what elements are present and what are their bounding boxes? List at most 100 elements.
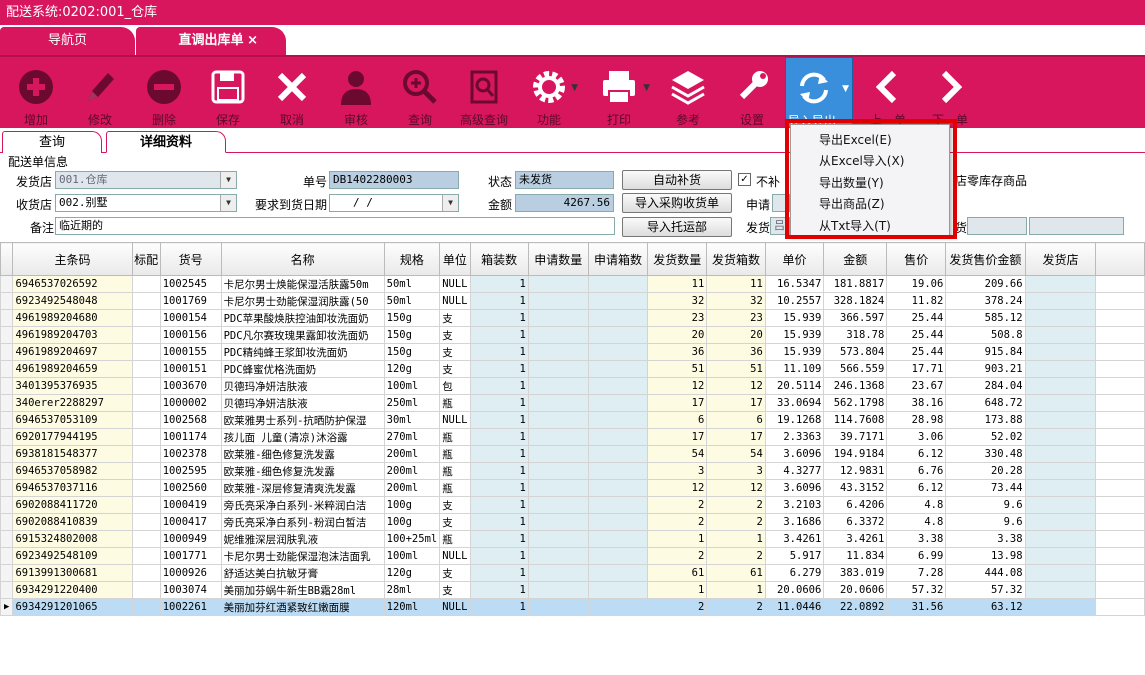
table-cell[interactable]: 6.99 — [886, 547, 947, 565]
table-cell[interactable]: 6.12 — [886, 445, 947, 463]
table-cell[interactable]: 6902088410839 — [12, 513, 133, 531]
save-button[interactable]: 保存 — [200, 57, 256, 128]
row-indicator[interactable] — [0, 547, 14, 565]
table-cell[interactable]: 100+25ml — [383, 530, 441, 548]
table-row[interactable]: 6902088411720 1000419 旁氏亮采净白系列-米粹润白洁 100g 支 1… — [0, 496, 1145, 514]
table-cell[interactable]: 瓶 — [439, 445, 471, 463]
row-indicator[interactable] — [0, 326, 14, 344]
table-cell[interactable]: 6913991300681 — [12, 564, 133, 582]
table-cell[interactable] — [1024, 479, 1097, 497]
table-cell[interactable]: 25.44 — [886, 309, 947, 327]
prev-order-button[interactable]: 上一单 — [858, 57, 918, 128]
table-cell[interactable] — [527, 513, 589, 531]
table-cell[interactable]: 57.32 — [886, 581, 947, 599]
table-cell[interactable]: 6.12 — [886, 479, 947, 497]
table-cell[interactable] — [527, 343, 589, 361]
row-indicator[interactable] — [0, 394, 14, 412]
table-cell[interactable]: 17 — [706, 428, 766, 446]
column-header[interactable]: 规格 — [383, 242, 441, 276]
table-cell[interactable]: 2.3363 — [764, 428, 825, 446]
row-indicator[interactable] — [0, 513, 14, 531]
table-row[interactable]: 4961989204680 1000154 PDC苹果酸焕肤控油卸妆洗面奶 150g 支… — [0, 309, 1145, 327]
table-cell[interactable] — [1024, 564, 1097, 582]
table-cell[interactable]: 114.7608 — [823, 411, 888, 429]
edit-button[interactable]: 修改 — [72, 57, 128, 128]
table-cell[interactable] — [131, 394, 161, 412]
table-cell[interactable]: 6915324802008 — [12, 530, 133, 548]
table-cell[interactable]: 妮维雅深层润肤乳液 — [220, 530, 385, 548]
table-cell[interactable]: 贝德玛净妍洁肤液 — [220, 394, 385, 412]
table-cell[interactable]: 欧莱雅男士系列-抗晒防护保湿 — [220, 411, 385, 429]
table-cell[interactable]: 1 — [706, 530, 766, 548]
table-cell[interactable] — [587, 275, 649, 293]
table-cell[interactable]: 3.4261 — [764, 530, 825, 548]
table-cell[interactable]: 1 — [469, 326, 529, 344]
approve-button[interactable]: 审核 — [328, 57, 384, 128]
table-cell[interactable]: 支 — [439, 360, 471, 378]
table-cell[interactable]: PDC蜂蜜优格洗面奶 — [220, 360, 385, 378]
table-cell[interactable]: 4961989204659 — [12, 360, 133, 378]
print-button[interactable]: ▼ 打印 — [586, 57, 652, 128]
table-cell[interactable] — [527, 547, 589, 565]
table-cell[interactable]: 246.1368 — [823, 377, 888, 395]
import-export-button[interactable]: ▼ 导入导出 — [785, 57, 853, 128]
table-cell[interactable]: 61 — [706, 564, 766, 582]
table-cell[interactable] — [131, 547, 161, 565]
column-header[interactable]: 申请数量 — [527, 242, 589, 276]
table-cell[interactable]: 11 — [647, 275, 708, 293]
column-header[interactable]: 单位 — [439, 242, 471, 276]
table-cell[interactable]: 2 — [647, 496, 708, 514]
table-cell[interactable]: 7.28 — [886, 564, 947, 582]
table-cell[interactable]: 17.71 — [886, 360, 947, 378]
row-indicator[interactable] — [0, 581, 14, 599]
table-cell[interactable]: 11 — [706, 275, 766, 293]
table-cell[interactable]: 支 — [439, 564, 471, 582]
table-cell[interactable]: 2 — [706, 598, 766, 616]
table-cell[interactable] — [587, 326, 649, 344]
table-cell[interactable]: 1001771 — [159, 547, 222, 565]
table-cell[interactable]: 28.98 — [886, 411, 947, 429]
table-cell[interactable]: 4.8 — [886, 513, 947, 531]
table-cell[interactable]: 100g — [383, 513, 441, 531]
ship-field-3[interactable] — [1029, 217, 1124, 235]
table-cell[interactable]: 383.019 — [823, 564, 888, 582]
table-cell[interactable]: 6938181548377 — [12, 445, 133, 463]
table-cell[interactable]: 25.44 — [886, 343, 947, 361]
table-cell[interactable]: 1000419 — [159, 496, 222, 514]
table-cell[interactable]: 573.804 — [823, 343, 888, 361]
table-row[interactable]: 6946537058982 1002595 欧莱雅-细色修复洗发露 200ml 瓶 1 3 3… — [0, 462, 1145, 480]
table-cell[interactable]: 2 — [706, 496, 766, 514]
table-cell[interactable]: 915.84 — [945, 343, 1026, 361]
chevron-down-icon[interactable]: ▼ — [220, 195, 236, 211]
table-cell[interactable]: 33.0694 — [764, 394, 825, 412]
table-cell[interactable]: 19.1268 — [764, 411, 825, 429]
table-cell[interactable]: 旁氏亮采净白系列-米粹润白洁 — [220, 496, 385, 514]
table-cell[interactable]: 378.24 — [945, 292, 1026, 310]
table-cell[interactable]: 284.04 — [945, 377, 1026, 395]
table-cell[interactable]: 54 — [706, 445, 766, 463]
table-cell[interactable]: 150g — [383, 343, 441, 361]
table-cell[interactable]: 瓶 — [439, 530, 471, 548]
table-cell[interactable]: NULL — [439, 547, 471, 565]
table-cell[interactable]: 瓶 — [439, 479, 471, 497]
next-order-button[interactable]: 下一单 — [920, 57, 980, 128]
table-cell[interactable]: 支 — [439, 309, 471, 327]
column-header[interactable]: 货号 — [159, 242, 222, 276]
table-cell[interactable]: 1 — [469, 547, 529, 565]
chevron-down-icon[interactable]: ▼ — [220, 172, 236, 188]
table-cell[interactable]: 欧莱雅-细色修复洗发露 — [220, 462, 385, 480]
row-indicator[interactable] — [0, 411, 14, 429]
table-cell[interactable]: 22.0892 — [823, 598, 888, 616]
table-row[interactable]: 6915324802008 1000949 妮维雅深层润肤乳液 100+25ml 瓶 1 1… — [0, 530, 1145, 548]
table-cell[interactable]: 508.8 — [945, 326, 1026, 344]
table-cell[interactable]: 120g — [383, 564, 441, 582]
table-cell[interactable]: 6923492548109 — [12, 547, 133, 565]
table-cell[interactable] — [587, 343, 649, 361]
row-indicator[interactable] — [0, 343, 14, 361]
column-header[interactable]: 售价 — [886, 242, 947, 276]
table-cell[interactable]: 6 — [647, 411, 708, 429]
table-cell[interactable]: 16.5347 — [764, 275, 825, 293]
table-cell[interactable]: 32 — [706, 292, 766, 310]
close-icon[interactable]: × — [247, 27, 258, 55]
table-row[interactable]: 6946537026592 1002545 卡尼尔男士焕能保湿活肤露50m 50ml N… — [0, 275, 1145, 293]
